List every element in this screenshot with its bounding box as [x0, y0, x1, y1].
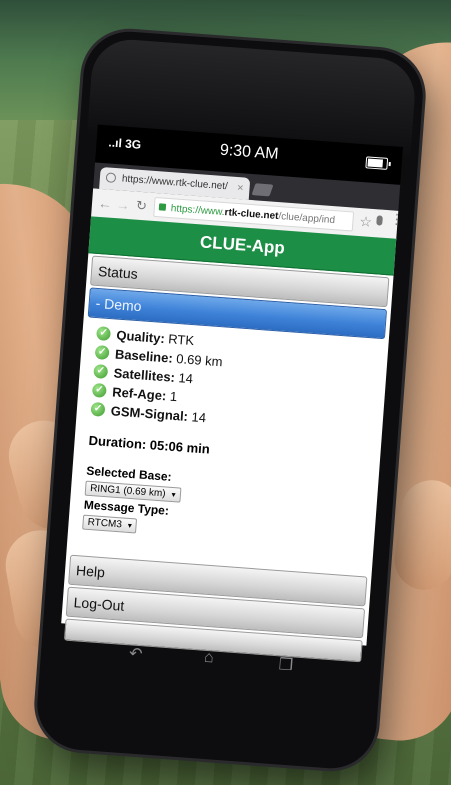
recent-apps-icon[interactable]: ❒: [278, 654, 294, 675]
phone: ..ıl 3G 9:30 AM https://www.rtk-clue.net…: [34, 28, 426, 772]
microphone-icon[interactable]: [376, 215, 383, 226]
metric-value: 0.69 km: [175, 350, 224, 370]
check-icon: ✓: [90, 401, 106, 417]
metric-value: 1: [169, 388, 178, 405]
chevron-down-icon: ▾: [127, 520, 133, 531]
reload-icon[interactable]: ↻: [135, 198, 147, 215]
lock-icon: [158, 203, 167, 211]
metric-value: 14: [177, 370, 194, 387]
close-tab-icon[interactable]: ×: [236, 177, 244, 199]
menu-dots-icon[interactable]: ⋮: [389, 210, 404, 227]
battery-icon: [365, 156, 389, 170]
back-icon[interactable]: ↶: [128, 643, 144, 664]
back-arrow-icon[interactable]: ←: [98, 195, 113, 212]
check-icon: ✓: [96, 326, 112, 342]
tab-title: https://www.rtk-clue.net/: [121, 173, 229, 193]
metric-label: Baseline:: [114, 346, 174, 366]
demo-details: ✓ Quality: RTK ✓ Baseline: 0.69 km ✓ Sat…: [68, 317, 389, 551]
url-host: rtk-clue.net: [224, 207, 279, 223]
metric-label: GSM-Signal:: [110, 403, 189, 424]
web-content: CLUE-App Status - Demo ✓ Quality: RTK ✓ …: [61, 216, 397, 663]
globe-icon: [105, 172, 117, 184]
metric-label: Quality:: [115, 327, 166, 347]
duration-text: Duration: 05:06 min: [88, 432, 211, 457]
new-tab-button[interactable]: [251, 183, 274, 197]
forward-arrow-icon[interactable]: →: [115, 196, 130, 213]
bookmark-star-icon[interactable]: ☆: [359, 213, 373, 231]
home-icon[interactable]: ⌂: [203, 649, 214, 668]
url-scheme: https://www.: [170, 203, 226, 219]
message-type-value: RTCM3: [87, 516, 123, 531]
metric-label: Satellites:: [113, 365, 176, 385]
metric-value: 14: [191, 409, 207, 426]
check-icon: ✓: [93, 363, 109, 379]
metric-value: RTK: [167, 331, 195, 349]
check-icon: ✓: [91, 382, 107, 398]
chevron-down-icon: ▾: [171, 489, 176, 500]
selected-base-value: RING1 (0.69 km): [89, 483, 166, 500]
check-icon: ✓: [94, 345, 110, 361]
url-path: /clue/app/ind: [277, 211, 336, 227]
metric-label: Ref-Age:: [111, 384, 167, 404]
